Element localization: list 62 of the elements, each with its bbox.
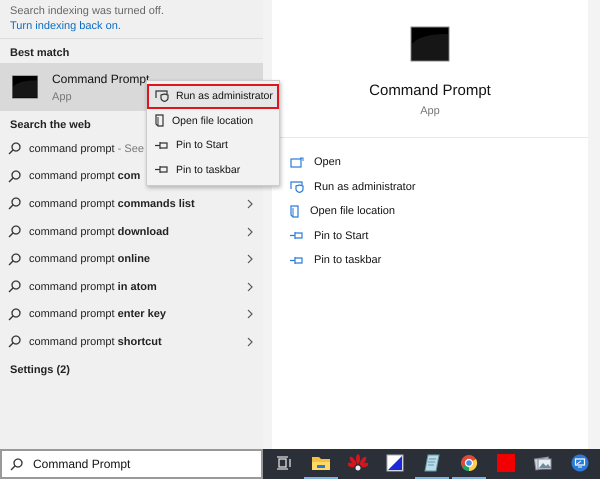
notice-text: Search indexing was turned off.	[10, 5, 165, 17]
app-type: App	[52, 90, 73, 102]
notepad-icon[interactable]	[422, 454, 440, 472]
document-icon	[155, 114, 165, 128]
web-result[interactable]: command prompt - See	[29, 142, 144, 155]
web-result[interactable]: command prompt shortcut	[29, 336, 162, 348]
pin-icon	[290, 256, 304, 265]
menu-item[interactable]: Pin to Start	[147, 133, 279, 158]
action-item[interactable]: Open file location	[290, 199, 570, 224]
search-icon	[8, 335, 21, 348]
action-item[interactable]: Run as administrator	[290, 174, 570, 199]
web-result[interactable]: command prompt download	[29, 226, 169, 238]
chevron-icon	[247, 282, 253, 292]
folder-icon[interactable]	[310, 455, 330, 471]
action-item[interactable]: Open	[290, 150, 570, 174]
chevron-icon	[247, 309, 253, 320]
chevron-icon	[247, 254, 253, 264]
photos-icon[interactable]	[532, 455, 552, 471]
menu-item[interactable]: Open file location	[147, 108, 279, 133]
search-icon	[8, 170, 21, 183]
app-title: Command Prompt	[52, 72, 150, 86]
shield-icon	[290, 180, 304, 193]
web-result[interactable]: command prompt in atom	[29, 280, 157, 293]
preview-title: Command Prompt	[369, 82, 491, 99]
chevron-icon	[247, 336, 253, 347]
search-icon	[8, 252, 21, 266]
chrome-icon[interactable]	[460, 454, 478, 472]
web-result[interactable]: command prompt enter key	[29, 308, 166, 320]
chevron-icon	[247, 226, 253, 237]
app-icon[interactable]	[496, 454, 514, 472]
search-icon	[8, 225, 21, 238]
terminal-icon	[410, 26, 450, 62]
section-heading: Best match	[10, 47, 70, 59]
section-heading: Settings (2)	[10, 364, 70, 376]
pin-icon	[155, 140, 169, 150]
task-view-icon[interactable]	[276, 456, 292, 470]
search-icon	[8, 142, 21, 156]
search-field[interactable]: Command Prompt	[0, 449, 263, 479]
action-item[interactable]: Pin to Start	[290, 224, 570, 248]
web-result[interactable]: command prompt online	[29, 253, 150, 266]
flower-icon[interactable]	[348, 454, 368, 472]
search-icon	[8, 308, 21, 321]
menu-item[interactable]: Run as administrator	[147, 84, 279, 108]
web-result[interactable]: command prompt commands list	[29, 198, 195, 210]
menu-item[interactable]: Pin to taskbar	[147, 158, 279, 182]
search-input[interactable]: Command Prompt	[33, 457, 253, 471]
action-item[interactable]: Pin to taskbar	[290, 248, 570, 272]
shield-icon	[155, 90, 169, 102]
search-icon	[8, 197, 21, 210]
pin-icon	[155, 165, 169, 174]
pin-icon	[290, 231, 304, 240]
chevron-icon	[247, 198, 253, 209]
web-result[interactable]: command prompt com	[29, 170, 140, 182]
diagonal-square-icon[interactable]	[386, 454, 404, 472]
window-icon	[290, 156, 304, 168]
search-icon	[8, 280, 21, 294]
preview-type: App	[420, 105, 440, 117]
search-icon	[10, 458, 23, 470]
remote-desktop-icon[interactable]	[570, 454, 588, 472]
section-heading: Search the web	[10, 119, 91, 131]
turn-indexing-on-link[interactable]: Turn indexing back on.	[10, 20, 253, 32]
document-icon	[290, 204, 300, 218]
